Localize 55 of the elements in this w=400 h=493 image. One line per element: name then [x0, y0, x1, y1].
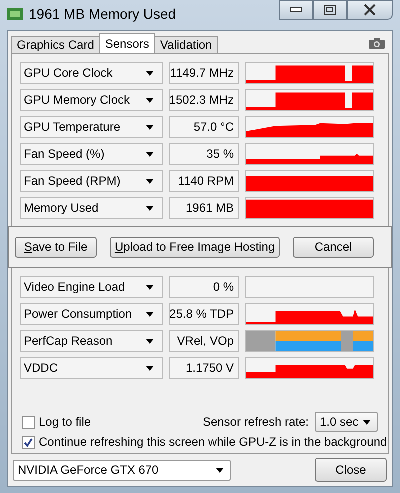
sensor-value: 1961 MB: [169, 197, 239, 219]
sensor-value: 1140 RPM: [169, 170, 239, 192]
refresh-rate-label: Sensor refresh rate:: [202, 415, 309, 429]
close-button[interactable]: [347, 0, 393, 20]
caret-icon: [146, 284, 154, 290]
close-button[interactable]: Close: [315, 458, 387, 482]
caret-icon: [146, 338, 154, 344]
checkbox-label: Continue refreshing this screen while GPU-Z is in the background: [39, 435, 388, 449]
sensor-dropdown[interactable]: GPU Core Clock: [20, 62, 163, 84]
sensor-dropdown[interactable]: VDDC: [20, 357, 163, 379]
sensor-dropdown[interactable]: PerfCap Reason: [20, 330, 163, 352]
camera-icon[interactable]: [369, 38, 385, 49]
caret-icon: [146, 312, 154, 316]
sensor-dropdown[interactable]: Fan Speed (RPM): [20, 170, 163, 192]
minimize-icon: [290, 7, 302, 13]
tab[interactable]: Graphics Card: [11, 36, 100, 53]
sensor-value: 0 %: [169, 276, 239, 298]
action-button[interactable]: Upload to Free Image Hosting: [110, 236, 280, 258]
sensor-value: 35 %: [169, 143, 239, 165]
caret-icon: [146, 98, 154, 102]
sensor-value: VRel, VOp: [169, 330, 239, 352]
tab[interactable]: Validation: [154, 36, 218, 53]
sensor-dropdown[interactable]: GPU Temperature: [20, 116, 163, 138]
maximize-icon: [324, 5, 336, 15]
checkbox[interactable]: [22, 436, 35, 448]
sensor-dropdown[interactable]: Memory Used: [20, 197, 163, 219]
caret-icon: [216, 468, 224, 472]
sensor-dropdown[interactable]: Video Engine Load: [20, 276, 163, 298]
gpu-dropdown[interactable]: NVIDIA GeForce GTX 670: [13, 460, 231, 480]
sensor-value: 1.1750 V: [169, 357, 239, 379]
sensor-value: 1502.3 MHz: [169, 89, 239, 111]
checkbox-label: Log to file: [39, 415, 92, 429]
close-icon: [364, 4, 376, 16]
caret-icon: [146, 366, 154, 370]
sensor-value: 57.0 °C: [169, 116, 239, 138]
tab[interactable]: Sensors: [99, 33, 156, 53]
window-title: 1961 MB Memory Used: [29, 6, 176, 22]
chip-icon: [7, 8, 23, 20]
maximize-button[interactable]: [313, 0, 347, 20]
caret-icon: [146, 124, 154, 130]
sensor-value: 25.8 % TDP: [169, 303, 239, 325]
caret-icon: [146, 206, 154, 210]
caret-icon: [146, 70, 154, 76]
caret-icon: [363, 420, 371, 424]
minimize-button[interactable]: [279, 0, 313, 20]
action-button[interactable]: Cancel: [293, 236, 374, 258]
caret-icon: [146, 152, 154, 156]
sensor-dropdown[interactable]: Power Consumption: [20, 303, 163, 325]
checkbox[interactable]: [22, 416, 35, 428]
sensor-value: 1149.7 MHz: [169, 62, 239, 84]
refresh-rate-dropdown[interactable]: 1.0 sec: [315, 412, 378, 432]
sensor-dropdown[interactable]: Fan Speed (%): [20, 143, 163, 165]
caret-icon: [146, 178, 154, 184]
sensor-dropdown[interactable]: GPU Memory Clock: [20, 89, 163, 111]
action-button[interactable]: Save to File: [15, 236, 97, 258]
